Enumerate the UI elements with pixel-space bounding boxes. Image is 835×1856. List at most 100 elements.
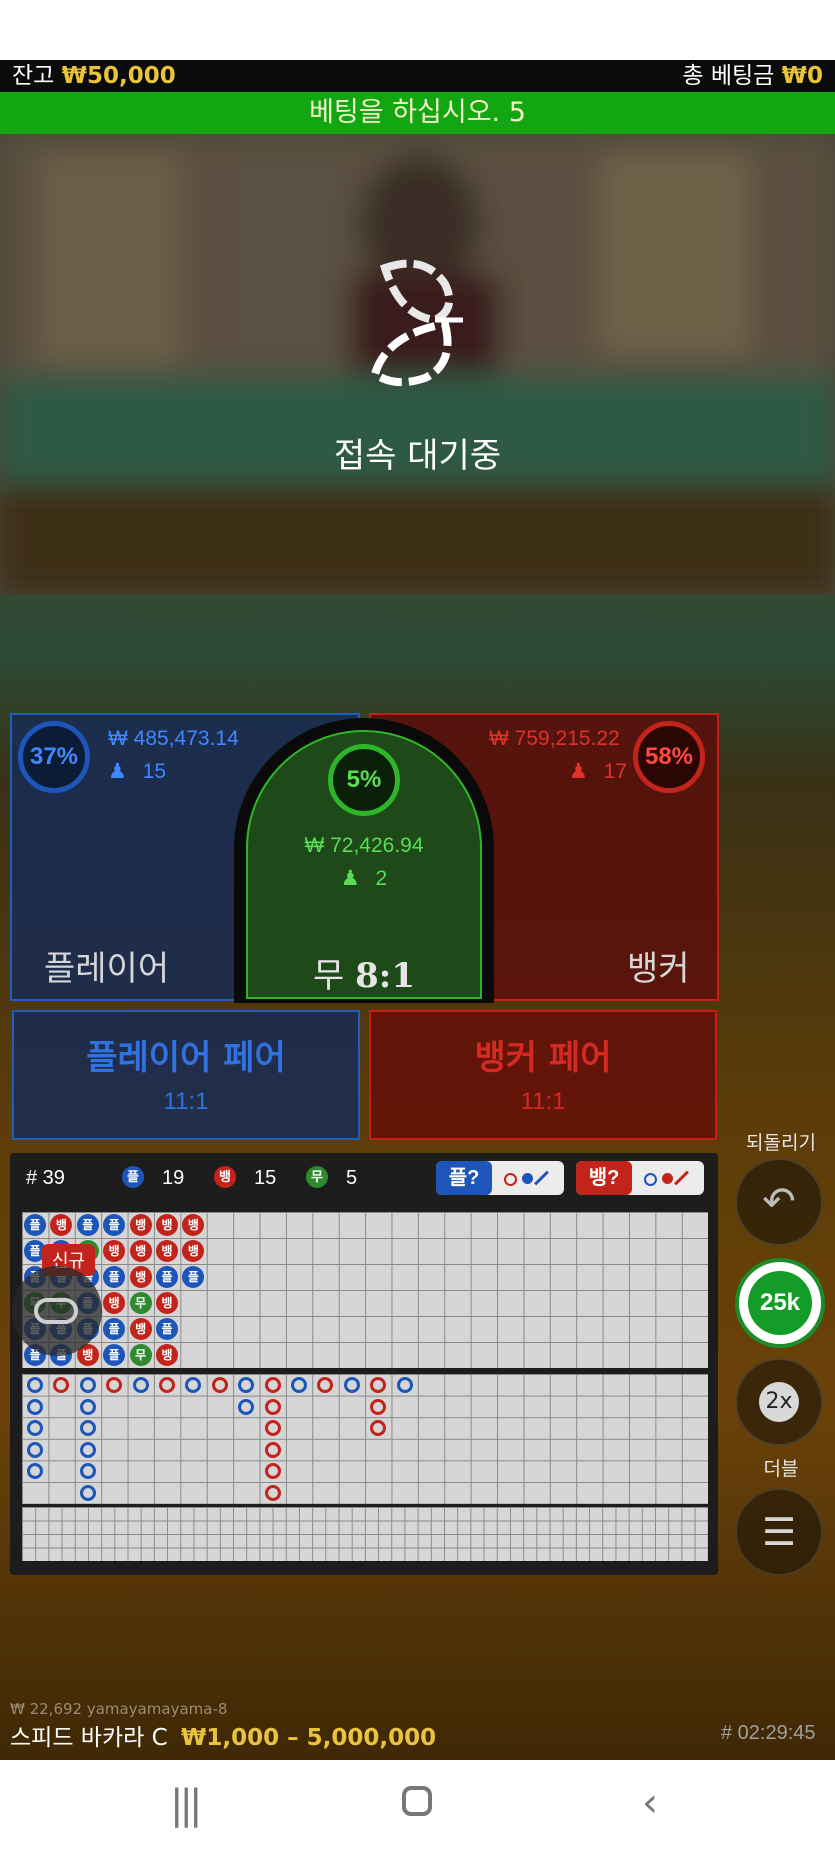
- banker-pair-bet-area[interactable]: 뱅커 페어 11:1: [369, 1010, 717, 1140]
- chat-bubble-button[interactable]: [12, 1266, 102, 1356]
- home-icon[interactable]: [402, 1786, 432, 1816]
- big-road-mark: [79, 1420, 96, 1437]
- big-road-mark: [27, 1420, 43, 1437]
- big-road-mark: [132, 1377, 149, 1393]
- total-bet-value: ₩0: [781, 63, 823, 89]
- road-stats: # 39 플 19 뱅 15 무 5 플? 뱅?: [10, 1153, 718, 1201]
- chip-value: 25k: [759, 1289, 801, 1316]
- undo-icon: ↶: [762, 1179, 796, 1225]
- tie-percent-ring: 5%: [328, 744, 400, 816]
- tie-bet-area[interactable]: 5% ₩ 72,426.94 ♟ 2 무 8:1: [246, 730, 482, 999]
- big-road-mark: [291, 1377, 307, 1393]
- bead-result: 플: [182, 1266, 205, 1288]
- tie-count-value: 2: [375, 867, 388, 890]
- leaf-logo-spinner-icon: [370, 259, 463, 387]
- chip-25k: 25k: [748, 1271, 812, 1335]
- bead-result: 플: [156, 1266, 178, 1288]
- big-road-mark: [159, 1377, 175, 1393]
- big-road-mark: [79, 1377, 96, 1393]
- big-road-mark: [264, 1441, 281, 1458]
- bead-result: 뱅: [182, 1240, 205, 1262]
- big-road-mark: [317, 1377, 334, 1393]
- tie-percent: 5%: [346, 766, 382, 793]
- big-road-mark: [106, 1377, 123, 1393]
- back-icon[interactable]: ‹: [642, 1780, 658, 1826]
- big-road-mark: [79, 1441, 96, 1458]
- predict-cockroach-icon: [534, 1170, 549, 1186]
- big-road-mark: [370, 1420, 387, 1437]
- player-label: 플레이어: [44, 949, 170, 989]
- big-road-mark: [79, 1463, 96, 1480]
- person-icon: ♟: [340, 867, 360, 890]
- big-road-mark: [264, 1463, 281, 1480]
- bead-result: 뱅: [156, 1240, 178, 1262]
- bead-result: 뱅: [103, 1292, 126, 1314]
- player-percent: 37%: [29, 743, 79, 770]
- tie-stat-count: 5: [346, 1167, 358, 1189]
- chip-selector[interactable]: 25k: [735, 1258, 825, 1348]
- chat-icon: [34, 1298, 78, 1324]
- bead-result: 플: [156, 1318, 178, 1340]
- game-area: 접속 대기중 37% ₩ 485,473.14 ♟ 15 플레이어 58% ₩ …: [0, 134, 835, 1760]
- rounds-count: # 39: [26, 1167, 65, 1189]
- menu-button[interactable]: ☰: [735, 1488, 823, 1576]
- player-percent-ring: 37%: [18, 721, 90, 793]
- bead-result: 무: [129, 1344, 152, 1366]
- predict-cockroach-icon: [674, 1170, 689, 1186]
- banker-count-value: 17: [603, 760, 628, 783]
- undo-button[interactable]: ↶: [735, 1158, 823, 1246]
- tie-count: ♟ 2: [248, 866, 480, 891]
- balance-label: 잔고: [12, 63, 55, 89]
- table-limits: ₩1,000 – 5,000,000: [180, 1725, 437, 1751]
- hamburger-icon: ☰: [761, 1510, 797, 1554]
- loading-text: 접속 대기중: [333, 436, 502, 476]
- predict-bigeye-icon: [504, 1173, 517, 1186]
- banker-percent-ring: 58%: [633, 721, 705, 793]
- undo-label: 되돌리기: [746, 1132, 816, 1154]
- player-pair-label: 플레이어 페어: [86, 1038, 286, 1078]
- bead-result: 무: [129, 1292, 152, 1314]
- player-predict-button[interactable]: 플?: [436, 1161, 564, 1195]
- bead-result: 뱅: [129, 1214, 152, 1236]
- recent-apps-icon[interactable]: |||: [170, 1782, 203, 1828]
- balance: 잔고 ₩50,000: [12, 60, 176, 92]
- player-amount: ₩ 485,473.14: [108, 727, 239, 750]
- big-road: [22, 1374, 708, 1504]
- player-count: ♟ 15: [108, 759, 166, 784]
- big-road-mark: [238, 1377, 255, 1393]
- big-road-mark: [27, 1398, 43, 1415]
- bead-result: 뱅: [156, 1344, 178, 1366]
- system-nav-bar: ||| ‹: [0, 1760, 835, 1856]
- table-info: 스피드 바카라 C ₩1,000 – 5,000,000: [10, 1718, 436, 1752]
- tie-stat-badge: 무: [306, 1166, 328, 1188]
- double-value: 2x: [759, 1382, 799, 1422]
- bead-result: 뱅: [156, 1292, 178, 1314]
- status-area: [0, 0, 835, 60]
- banker-pair-label: 뱅커 페어: [474, 1038, 612, 1078]
- tie-amount: ₩ 72,426.94: [304, 834, 424, 857]
- bead-result: 뱅: [156, 1214, 178, 1236]
- total-bet: 총 베팅금 ₩0: [682, 60, 823, 92]
- big-road-mark: [27, 1441, 43, 1458]
- double-button[interactable]: 2x: [735, 1358, 823, 1446]
- banker-predict-button[interactable]: 뱅?: [576, 1161, 704, 1195]
- predict-bigeye-icon: [644, 1173, 657, 1186]
- bead-result: 뱅: [129, 1318, 152, 1340]
- bead-result: 뱅: [129, 1240, 152, 1262]
- double-label: 더블: [763, 1458, 799, 1480]
- round-time: # 02:29:45: [721, 1722, 816, 1744]
- banker-stat-badge: 뱅: [214, 1166, 236, 1188]
- bead-result: 플: [103, 1214, 126, 1236]
- big-road-mark: [264, 1420, 281, 1437]
- predict-small-icon: [522, 1173, 533, 1184]
- bead-result: 뱅: [182, 1214, 205, 1236]
- big-road-mark: [370, 1377, 387, 1393]
- player-pair-bet-area[interactable]: 플레이어 페어 11:1: [12, 1010, 360, 1140]
- bead-road: 플플플무플플뱅플플무플플플무플플플뱅플뱅플뱅플플뱅뱅뱅무뱅무뱅뱅플뱅플뱅뱅뱅플: [22, 1212, 708, 1368]
- player-stat-badge: 플: [122, 1166, 144, 1188]
- banker-label: 뱅커: [627, 949, 690, 989]
- balance-bar: 잔고 ₩50,000 총 베팅금 ₩0: [0, 60, 835, 92]
- big-road-mark: [53, 1377, 70, 1393]
- win-ticker: ₩ 22,692 yamayamayama-8: [10, 1700, 228, 1718]
- player-predict-label: 플?: [436, 1161, 492, 1195]
